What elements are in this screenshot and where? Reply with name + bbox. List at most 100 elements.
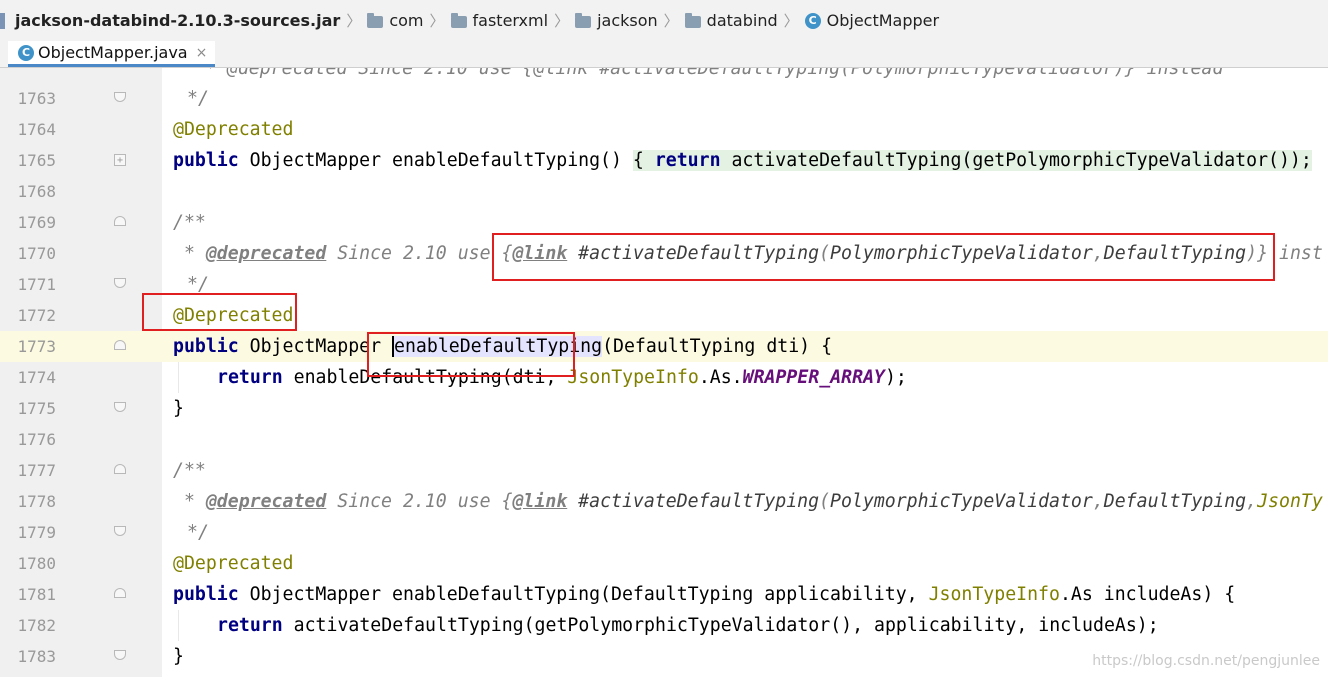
line-number: 1773	[17, 337, 56, 356]
fold-marker-icon[interactable]	[114, 588, 126, 598]
close-icon[interactable]: ×	[196, 45, 208, 61]
breadcrumb-label: jackson	[597, 11, 658, 30]
code-editor[interactable]: * @deprecated Since 2.10 use {@link #act…	[0, 68, 1328, 677]
javadoc-tag: @deprecated	[205, 491, 327, 512]
line-number: 1774	[17, 368, 56, 387]
breadcrumb-label: databind	[706, 11, 778, 30]
fold-marker-icon[interactable]	[114, 216, 126, 226]
code-text: activateDefaultTyping(getPolymorphicType…	[293, 615, 1159, 636]
code-text: }	[173, 646, 184, 667]
type-name: ObjectMapper	[249, 584, 382, 605]
code-line: 1763 */	[0, 83, 1328, 114]
javadoc-ref[interactable]: #activateDefaultTyping	[578, 491, 819, 512]
watermark: https://blog.csdn.net/pengjunlee	[1092, 653, 1320, 669]
fold-marker-icon[interactable]	[114, 340, 126, 350]
line-number: 1779	[17, 523, 56, 542]
code-line: 1775 }	[0, 393, 1328, 424]
code-line: 1781 public ObjectMapper enableDefaultTy…	[0, 579, 1328, 610]
javadoc-link-tag: @link	[512, 491, 568, 512]
code-line-current: 1773 public ObjectMapper enableDefaultTy…	[0, 331, 1328, 362]
code-line: 1776	[0, 424, 1328, 455]
comment: */	[187, 522, 209, 543]
expand-icon[interactable]: +	[114, 154, 126, 166]
javadoc-tag: @deprecated	[205, 243, 327, 264]
fold-marker-icon[interactable]	[114, 402, 126, 412]
keyword: public	[173, 584, 239, 605]
indent-guide	[178, 362, 179, 393]
folder-icon	[450, 12, 467, 28]
line-number: 1781	[17, 585, 56, 604]
breadcrumb-jar[interactable]: jackson-databind-2.10.3-sources.jar	[0, 11, 340, 30]
line-number: 1777	[17, 461, 56, 480]
code-line: 1782 return activateDefaultTyping(getPol…	[0, 610, 1328, 641]
line-number: 1768	[17, 182, 56, 201]
indent-guide	[178, 610, 179, 641]
breadcrumb-package-jackson[interactable]: jackson	[575, 11, 658, 30]
line-number: 1772	[17, 306, 56, 325]
line-number: 1783	[17, 647, 56, 666]
comment: */	[187, 274, 209, 295]
breadcrumb-package-fasterxml[interactable]: fasterxml	[450, 11, 548, 30]
type-name: ObjectMapper	[249, 336, 382, 357]
folder-icon	[684, 12, 701, 28]
class-icon: C	[804, 12, 821, 29]
folded-brace[interactable]: { return activateDefaultTyping(getPolymo…	[632, 150, 1312, 171]
line-number: 1764	[17, 120, 56, 139]
code-text: * @deprecated Since 2.10 use {@link #act…	[205, 68, 1224, 79]
code-text: (DefaultTyping dti) {	[602, 336, 833, 357]
jar-icon	[0, 12, 5, 29]
code-line: 1780 @Deprecated	[0, 548, 1328, 579]
code-line: * @deprecated Since 2.10 use {@link #act…	[0, 68, 1328, 84]
code-line: 1774 return enableDefaultTyping(dti, Jso…	[0, 362, 1328, 393]
line-number: 1763	[17, 89, 56, 108]
keyword: return	[654, 150, 721, 171]
comment: /**	[173, 212, 206, 233]
breadcrumb-label: ObjectMapper	[826, 11, 940, 30]
code-line: 1777 /**	[0, 455, 1328, 486]
breadcrumb: jackson-databind-2.10.3-sources.jar 〉 co…	[0, 0, 1328, 42]
code-text: activateDefaultTyping(getPolymorphicType…	[731, 150, 1312, 171]
folder-icon	[575, 12, 592, 28]
breadcrumb-jar-label: jackson-databind-2.10.3-sources.jar	[15, 11, 341, 30]
keyword: return	[217, 615, 283, 636]
folder-icon	[367, 12, 384, 28]
fold-marker-icon[interactable]	[114, 464, 126, 474]
line-number: 1771	[17, 275, 56, 294]
line-number: 1782	[17, 616, 56, 635]
breadcrumb-class[interactable]: C ObjectMapper	[804, 11, 940, 30]
editor-tab-bar: C ObjectMapper.java ×	[0, 41, 1328, 68]
fold-marker-icon[interactable]	[114, 278, 126, 288]
code-line: 1765 + public ObjectMapper enableDefault…	[0, 145, 1328, 176]
class-ref[interactable]: JsonTypeInfo	[567, 367, 698, 388]
class-ref[interactable]: JsonTypeInfo	[929, 584, 1060, 605]
constant: WRAPPER_ARRAY	[742, 367, 885, 388]
chevron-right-icon: 〉	[783, 12, 799, 30]
chevron-right-icon: 〉	[554, 12, 570, 30]
keyword: public	[173, 150, 239, 171]
comment: */	[187, 88, 209, 109]
method-signature: enableDefaultTyping(DefaultTyping applic…	[392, 584, 929, 605]
type-name: ObjectMapper	[249, 150, 382, 171]
line-number: 1778	[17, 492, 56, 511]
annotation: @Deprecated	[173, 119, 294, 140]
code-line: 1768	[0, 176, 1328, 207]
breadcrumb-package-com[interactable]: com	[367, 11, 424, 30]
fold-marker-icon[interactable]	[114, 650, 126, 660]
fold-marker-icon[interactable]	[114, 526, 126, 536]
chevron-right-icon: 〉	[663, 12, 679, 30]
code-line: 1764 @Deprecated	[0, 114, 1328, 145]
fold-marker-icon[interactable]	[114, 92, 126, 102]
breadcrumb-package-databind[interactable]: databind	[684, 11, 778, 30]
code-line: 1779 */	[0, 517, 1328, 548]
line-number: 1776	[17, 430, 56, 449]
annotation: @Deprecated	[173, 553, 294, 574]
line-number: 1770	[17, 244, 56, 263]
code-line: 1778 * @deprecated Since 2.10 use {@link…	[0, 486, 1328, 517]
line-number: 1780	[17, 554, 56, 573]
highlight-box-method-name	[367, 332, 575, 377]
keyword: return	[217, 367, 283, 388]
code-text: }	[173, 398, 184, 419]
highlight-box-deprecated	[142, 293, 297, 331]
keyword: public	[173, 336, 239, 357]
tab-objectmapper-java[interactable]: C ObjectMapper.java ×	[8, 41, 216, 67]
